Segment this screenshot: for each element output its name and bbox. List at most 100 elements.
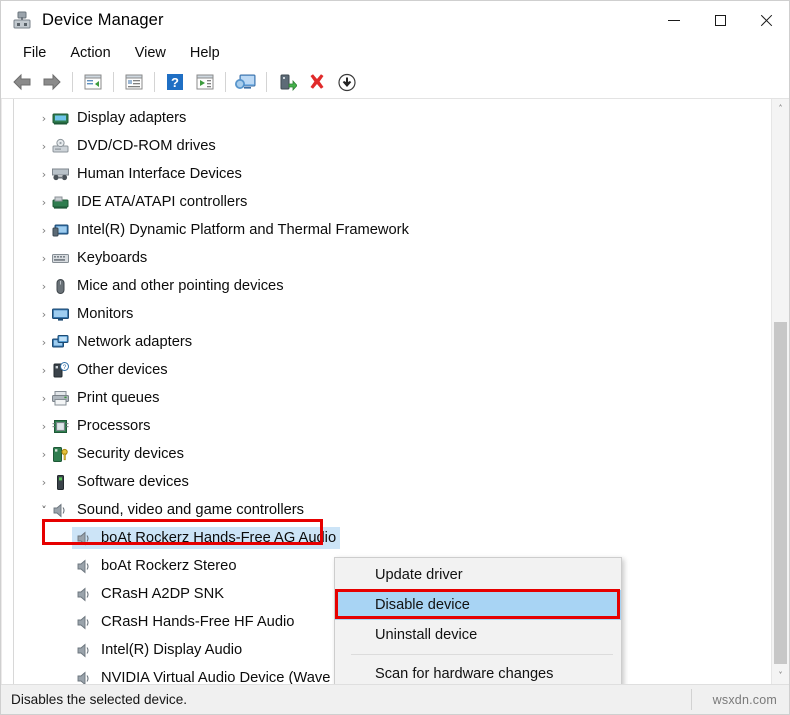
- tree-item-intel-r-dynamic-platform-and-thermal-framework[interactable]: › Intel(R) Dynamic Platform and Thermal F…: [2, 216, 771, 244]
- enable-device-icon[interactable]: [272, 69, 302, 95]
- speaker-icon: [76, 642, 93, 659]
- security-device-icon: [52, 446, 69, 463]
- menu-view[interactable]: View: [125, 42, 176, 64]
- tree-item-label: Mice and other pointing devices: [77, 278, 284, 294]
- menu-bar: File Action View Help: [1, 39, 789, 66]
- chevron-down-icon[interactable]: ˅: [36, 505, 52, 516]
- device-manager-window: Device Manager File Action View Help ? ›…: [0, 0, 790, 715]
- toolbar-separator: [72, 72, 73, 92]
- scrollbar-thumb[interactable]: [774, 322, 787, 664]
- tree-item-label: IDE ATA/ATAPI controllers: [77, 194, 248, 210]
- close-button[interactable]: [743, 1, 789, 39]
- software-device-icon: [52, 474, 69, 491]
- scroll-down-button[interactable]: ˅: [772, 666, 789, 684]
- toolbar-separator: [113, 72, 114, 92]
- tree-item-label: CRasH Hands-Free HF Audio: [101, 614, 295, 630]
- system-device-icon: [52, 222, 69, 239]
- tree-item-label: Human Interface Devices: [77, 166, 242, 182]
- chevron-right-icon[interactable]: ›: [36, 141, 52, 152]
- tree-item-processors[interactable]: › Processors: [2, 412, 771, 440]
- tree-item-sound-video-and-game-controllers[interactable]: ˅ Sound, video and game controllers: [2, 496, 771, 524]
- chevron-right-icon[interactable]: ›: [36, 421, 52, 432]
- device-tree[interactable]: › Display adapters › DVD/CD-ROM drives › Huma…: [1, 99, 771, 684]
- display-adapter-icon: [52, 110, 69, 127]
- content-area: › Display adapters › DVD/CD-ROM drives › Huma…: [1, 99, 789, 684]
- tree-item-security-devices[interactable]: › Security devices: [2, 440, 771, 468]
- chevron-right-icon[interactable]: ›: [36, 197, 52, 208]
- menu-action[interactable]: Action: [60, 42, 120, 64]
- toolbar-separator: [225, 72, 226, 92]
- vertical-scrollbar[interactable]: ˄ ˅: [771, 99, 789, 684]
- chevron-right-icon[interactable]: ›: [36, 225, 52, 236]
- minimize-button[interactable]: [651, 1, 697, 39]
- chevron-right-icon[interactable]: ›: [36, 113, 52, 124]
- tree-item-human-interface-devices[interactable]: › Human Interface Devices: [2, 160, 771, 188]
- scan-hardware-changes-icon[interactable]: [231, 69, 261, 95]
- tree-item-network-adapters[interactable]: › Network adapters: [2, 328, 771, 356]
- maximize-button[interactable]: [697, 1, 743, 39]
- title-bar: Device Manager: [1, 1, 789, 39]
- context-menu-item-disable-device[interactable]: Disable device: [335, 590, 621, 620]
- menu-help[interactable]: Help: [180, 42, 230, 64]
- chevron-right-icon[interactable]: ›: [36, 477, 52, 488]
- tree-item-display-adapters[interactable]: › Display adapters: [2, 104, 771, 132]
- minimize-icon: [668, 19, 680, 21]
- tree-item-monitors[interactable]: › Monitors: [2, 300, 771, 328]
- properties-icon[interactable]: [119, 69, 149, 95]
- chevron-right-icon[interactable]: ›: [36, 393, 52, 404]
- tree-item-label: CRasH A2DP SNK: [101, 586, 224, 602]
- hid-icon: [52, 166, 69, 183]
- chevron-right-icon[interactable]: ›: [36, 337, 52, 348]
- uninstall-device-icon[interactable]: [302, 69, 332, 95]
- chevron-right-icon[interactable]: ›: [36, 449, 52, 460]
- forward-icon[interactable]: [37, 69, 67, 95]
- context-menu-item-scan-for-hardware-changes[interactable]: Scan for hardware changes: [335, 659, 621, 684]
- status-separator: [691, 689, 692, 710]
- chevron-right-icon[interactable]: ›: [36, 169, 52, 180]
- context-menu-item-update-driver[interactable]: Update driver: [335, 560, 621, 590]
- tree-item-boat-rockerz-hands-free-ag-audio[interactable]: boAt Rockerz Hands-Free AG Audio: [2, 524, 771, 552]
- chevron-right-icon[interactable]: ›: [36, 365, 52, 376]
- chevron-right-icon[interactable]: ›: [36, 281, 52, 292]
- help-icon[interactable]: ?: [160, 69, 190, 95]
- tree-item-label: Intel(R) Display Audio: [101, 642, 243, 658]
- context-menu-item-uninstall-device[interactable]: Uninstall device: [335, 620, 621, 650]
- sound-controller-icon: [52, 502, 69, 519]
- update-driver-icon[interactable]: [190, 69, 220, 95]
- speaker-icon: [76, 670, 93, 684]
- maximize-icon: [714, 14, 726, 26]
- network-adapter-icon: [52, 334, 69, 351]
- show-hide-console-tree-icon[interactable]: [78, 69, 108, 95]
- tree-item-print-queues[interactable]: › Print queues: [2, 384, 771, 412]
- tree-item-label: Network adapters: [77, 334, 193, 350]
- ide-controller-icon: [52, 194, 69, 211]
- tree-item-ide-ata-atapi-controllers[interactable]: › IDE ATA/ATAPI controllers: [2, 188, 771, 216]
- tree-item-label: boAt Rockerz Hands-Free AG Audio: [101, 530, 337, 546]
- menu-file[interactable]: File: [13, 42, 56, 64]
- svg-text:?: ?: [63, 364, 67, 371]
- tree-item-label: Other devices: [77, 362, 168, 378]
- scroll-up-button[interactable]: ˄: [772, 99, 789, 117]
- chevron-right-icon[interactable]: ›: [36, 309, 52, 320]
- tree-item-label: Sound, video and game controllers: [77, 502, 304, 518]
- chevron-right-icon[interactable]: ›: [36, 253, 52, 264]
- back-icon[interactable]: [7, 69, 37, 95]
- status-message: Disables the selected device.: [11, 692, 188, 707]
- tree-item-label: Intel(R) Dynamic Platform and Thermal Fr…: [77, 222, 409, 238]
- tree-item-keyboards[interactable]: › Keyboards: [2, 244, 771, 272]
- scrollbar-track[interactable]: [772, 117, 789, 666]
- speaker-icon: [76, 558, 93, 575]
- tree-item-label: boAt Rockerz Stereo: [101, 558, 237, 574]
- tree-item-label: NVIDIA Virtual Audio Device (Wave: [101, 670, 331, 684]
- speaker-icon: [76, 614, 93, 631]
- tree-item-dvd-cd-rom-drives[interactable]: › DVD/CD-ROM drives: [2, 132, 771, 160]
- svg-text:?: ?: [171, 75, 179, 90]
- tree-item-other-devices[interactable]: ›? Other devices: [2, 356, 771, 384]
- tree-item-label: Keyboards: [77, 250, 148, 266]
- disable-device-icon[interactable]: [332, 69, 362, 95]
- mouse-icon: [52, 278, 69, 295]
- tree-item-software-devices[interactable]: › Software devices: [2, 468, 771, 496]
- tree-item-mice-and-other-pointing-devices[interactable]: › Mice and other pointing devices: [2, 272, 771, 300]
- toolbar: ?: [1, 66, 789, 99]
- printer-icon: [52, 390, 69, 407]
